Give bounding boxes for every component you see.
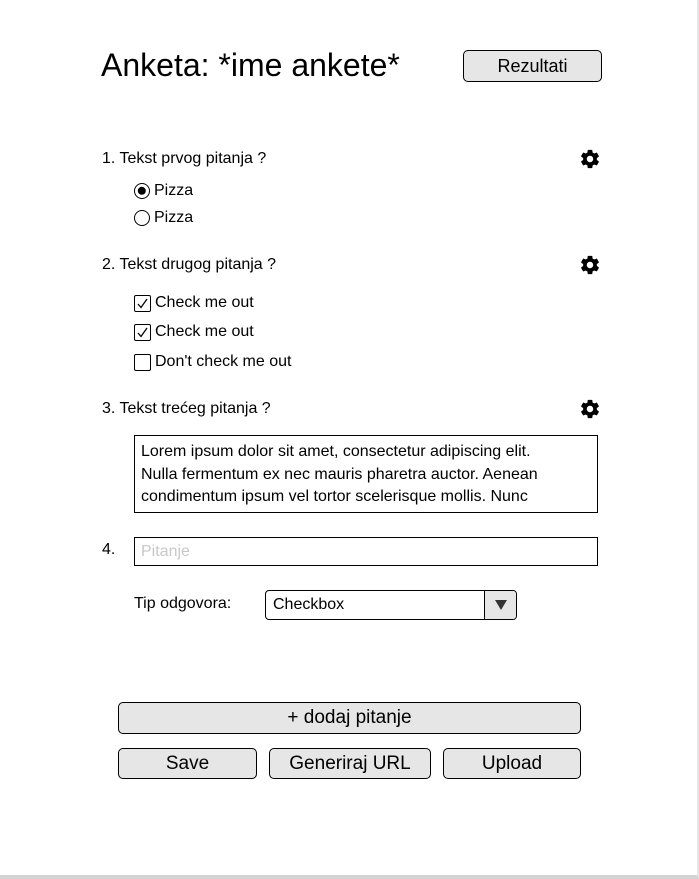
save-button[interactable]: Save bbox=[118, 748, 257, 779]
checkbox-option-1[interactable]: Check me out bbox=[134, 293, 254, 313]
page-title: Anketa: *ime ankete* bbox=[101, 47, 400, 83]
radio-option-2[interactable]: Pizza bbox=[134, 208, 193, 228]
gear-icon[interactable] bbox=[579, 148, 601, 170]
question-1-text: 1. Tekst prvog pitanja ? bbox=[102, 150, 267, 167]
radio-option-label: Pizza bbox=[154, 209, 194, 226]
results-button[interactable]: Rezultati bbox=[463, 50, 602, 82]
answer-type-label: Tip odgovora: bbox=[134, 595, 232, 612]
dropdown-arrow-icon[interactable] bbox=[484, 591, 516, 619]
generate-url-button[interactable]: Generiraj URL bbox=[269, 748, 431, 779]
checkbox-checked[interactable] bbox=[134, 323, 151, 341]
checkbox-option-label: Check me out bbox=[155, 294, 254, 311]
checkbox-unchecked[interactable] bbox=[134, 353, 151, 371]
question-3-text: 3. Tekst trećeg pitanja ? bbox=[102, 400, 271, 417]
answer-type-select[interactable]: Checkbox bbox=[265, 590, 517, 620]
checkbox-option-2[interactable]: Check me out bbox=[134, 322, 254, 342]
checkbox-option-3[interactable]: Don't check me out bbox=[134, 352, 291, 372]
checkbox-checked[interactable] bbox=[134, 294, 151, 312]
checkmark-icon bbox=[137, 298, 148, 309]
gear-icon[interactable] bbox=[579, 398, 601, 420]
checkbox-option-label: Don't check me out bbox=[155, 353, 292, 370]
radio-button[interactable] bbox=[134, 210, 150, 226]
answer-type-value: Checkbox bbox=[273, 596, 345, 613]
checkbox-option-label: Check me out bbox=[155, 323, 254, 340]
radio-option-1[interactable]: Pizza bbox=[134, 181, 193, 201]
question-4-number: 4. bbox=[102, 541, 116, 558]
upload-button[interactable]: Upload bbox=[443, 748, 581, 779]
radio-option-label: Pizza bbox=[154, 182, 194, 199]
checkmark-icon bbox=[137, 327, 148, 338]
radio-button-selected[interactable] bbox=[134, 183, 150, 199]
textarea-line: condimentum ipsum vel tortor scelerisque… bbox=[141, 488, 528, 505]
gear-icon[interactable] bbox=[579, 254, 601, 276]
textarea-line: Lorem ipsum dolor sit amet, consectetur … bbox=[141, 443, 531, 460]
question-input[interactable] bbox=[134, 537, 598, 566]
textarea-line: Nulla fermentum ex nec mauris pharetra a… bbox=[141, 465, 538, 483]
question-2-text: 2. Tekst drugog pitanja ? bbox=[102, 256, 277, 273]
add-question-button[interactable]: + dodaj pitanje bbox=[118, 702, 581, 734]
answer-textarea[interactable]: Lorem ipsum dolor sit amet, consectetur … bbox=[134, 435, 598, 513]
